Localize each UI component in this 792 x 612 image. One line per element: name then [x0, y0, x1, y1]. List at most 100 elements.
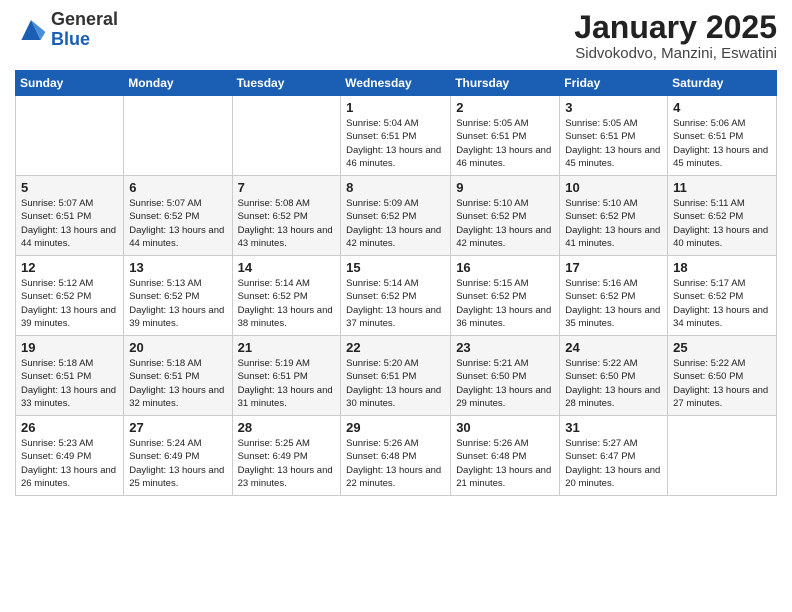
day-info: Sunrise: 5:12 AM Sunset: 6:52 PM Dayligh… [21, 277, 118, 330]
day-cell-11: 11Sunrise: 5:11 AM Sunset: 6:52 PM Dayli… [668, 176, 777, 256]
day-info: Sunrise: 5:17 AM Sunset: 6:52 PM Dayligh… [673, 277, 771, 330]
logo-general-text: General [51, 10, 118, 30]
day-number: 5 [21, 180, 118, 195]
day-cell-26: 26 Sunrise: 5:23 AM Sunset: 6:49 PM Dayli… [16, 416, 124, 496]
day-cell-12: 12 Sunrise: 5:12 AM Sunset: 6:52 PM Dayli… [16, 256, 124, 336]
day-info: Sunrise: 5:15 AM Sunset: 6:52 PM Dayligh… [456, 277, 554, 330]
day-cell-23: 23 Sunrise: 5:21 AM Sunset: 6:50 PM Dayli… [451, 336, 560, 416]
day-info: Sunrise: 5:14 AM Sunset: 6:52 PM Dayligh… [346, 277, 445, 330]
day-number: 1 [346, 100, 445, 115]
weekday-header-row: SundayMondayTuesdayWednesdayThursdayFrid… [16, 71, 777, 96]
day-number: 17 [565, 260, 662, 275]
month-title: January 2025 [574, 10, 777, 45]
day-cell-21: 21 Sunrise: 5:19 AM Sunset: 6:51 PM Dayli… [232, 336, 341, 416]
day-number: 29 [346, 420, 445, 435]
day-cell-25: 25 Sunrise: 5:22 AM Sunset: 6:50 PM Dayli… [668, 336, 777, 416]
day-cell-2: 2 Sunrise: 5:05 AM Sunset: 6:51 PM Daylig… [451, 96, 560, 176]
day-cell-5: 5 Sunrise: 5:07 AM Sunset: 6:51 PM Daylig… [16, 176, 124, 256]
week-row-4: 19 Sunrise: 5:18 AM Sunset: 6:51 PM Dayli… [16, 336, 777, 416]
day-cell-17: 17 Sunrise: 5:16 AM Sunset: 6:52 PM Dayli… [560, 256, 668, 336]
day-info: Sunrise: 5:07 AM Sunset: 6:51 PM Dayligh… [21, 197, 118, 250]
day-number: 16 [456, 260, 554, 275]
day-number: 18 [673, 260, 771, 275]
day-info: Sunrise: 5:20 AM Sunset: 6:51 PM Dayligh… [346, 357, 445, 410]
day-cell-19: 19Sunrise: 5:18 AM Sunset: 6:51 PM Dayli… [16, 336, 124, 416]
day-number: 11 [673, 180, 771, 195]
day-number: 4 [673, 100, 771, 115]
day-cell-15: 15Sunrise: 5:14 AM Sunset: 6:52 PM Dayli… [341, 256, 451, 336]
day-info: Sunrise: 5:07 AM Sunset: 6:52 PM Dayligh… [129, 197, 226, 250]
day-cell-20: 20 Sunrise: 5:18 AM Sunset: 6:51 PM Dayli… [124, 336, 232, 416]
day-cell-13: 13Sunrise: 5:13 AM Sunset: 6:52 PM Dayli… [124, 256, 232, 336]
day-info: Sunrise: 5:19 AM Sunset: 6:51 PM Dayligh… [238, 357, 336, 410]
day-number: 7 [238, 180, 336, 195]
day-info: Sunrise: 5:26 AM Sunset: 6:48 PM Dayligh… [456, 437, 554, 490]
day-info: Sunrise: 5:26 AM Sunset: 6:48 PM Dayligh… [346, 437, 445, 490]
day-number: 25 [673, 340, 771, 355]
day-info: Sunrise: 5:16 AM Sunset: 6:52 PM Dayligh… [565, 277, 662, 330]
day-cell-30: 30 Sunrise: 5:26 AM Sunset: 6:48 PM Dayli… [451, 416, 560, 496]
page: General Blue January 2025 Sidvokodvo, Ma… [0, 0, 792, 506]
day-info: Sunrise: 5:10 AM Sunset: 6:52 PM Dayligh… [456, 197, 554, 250]
day-number: 30 [456, 420, 554, 435]
day-info: Sunrise: 5:05 AM Sunset: 6:51 PM Dayligh… [456, 117, 554, 170]
weekday-header-friday: Friday [560, 71, 668, 96]
weekday-header-sunday: Sunday [16, 71, 124, 96]
day-cell-22: 22 Sunrise: 5:20 AM Sunset: 6:51 PM Dayli… [341, 336, 451, 416]
empty-cell [16, 96, 124, 176]
day-number: 19 [21, 340, 118, 355]
day-cell-8: 8 Sunrise: 5:09 AM Sunset: 6:52 PM Daylig… [341, 176, 451, 256]
day-cell-18: 18 Sunrise: 5:17 AM Sunset: 6:52 PM Dayli… [668, 256, 777, 336]
day-cell-4: 4 Sunrise: 5:06 AM Sunset: 6:51 PM Daylig… [668, 96, 777, 176]
day-number: 14 [238, 260, 336, 275]
day-cell-10: 10 Sunrise: 5:10 AM Sunset: 6:52 PM Dayli… [560, 176, 668, 256]
day-cell-28: 28Sunrise: 5:25 AM Sunset: 6:49 PM Dayli… [232, 416, 341, 496]
logo-blue-text: Blue [51, 30, 118, 50]
day-info: Sunrise: 5:22 AM Sunset: 6:50 PM Dayligh… [565, 357, 662, 410]
weekday-header-tuesday: Tuesday [232, 71, 341, 96]
day-number: 27 [129, 420, 226, 435]
day-info: Sunrise: 5:14 AM Sunset: 6:52 PM Dayligh… [238, 277, 336, 330]
logo-icon [15, 16, 47, 44]
day-info: Sunrise: 5:18 AM Sunset: 6:51 PM Dayligh… [129, 357, 226, 410]
location: Sidvokodvo, Manzini, Eswatini [574, 45, 777, 62]
day-info: Sunrise: 5:04 AM Sunset: 6:51 PM Dayligh… [346, 117, 445, 170]
day-info: Sunrise: 5:10 AM Sunset: 6:52 PM Dayligh… [565, 197, 662, 250]
day-info: Sunrise: 5:13 AM Sunset: 6:52 PM Dayligh… [129, 277, 226, 330]
day-cell-9: 9Sunrise: 5:10 AM Sunset: 6:52 PM Daylig… [451, 176, 560, 256]
day-cell-1: 1 Sunrise: 5:04 AM Sunset: 6:51 PM Daylig… [341, 96, 451, 176]
day-number: 12 [21, 260, 118, 275]
day-info: Sunrise: 5:05 AM Sunset: 6:51 PM Dayligh… [565, 117, 662, 170]
day-number: 31 [565, 420, 662, 435]
day-info: Sunrise: 5:22 AM Sunset: 6:50 PM Dayligh… [673, 357, 771, 410]
day-info: Sunrise: 5:27 AM Sunset: 6:47 PM Dayligh… [565, 437, 662, 490]
day-number: 3 [565, 100, 662, 115]
day-number: 22 [346, 340, 445, 355]
week-row-2: 5 Sunrise: 5:07 AM Sunset: 6:51 PM Daylig… [16, 176, 777, 256]
day-cell-31: 31 Sunrise: 5:27 AM Sunset: 6:47 PM Dayli… [560, 416, 668, 496]
title-block: January 2025 Sidvokodvo, Manzini, Eswati… [574, 10, 777, 62]
day-info: Sunrise: 5:21 AM Sunset: 6:50 PM Dayligh… [456, 357, 554, 410]
day-number: 8 [346, 180, 445, 195]
day-number: 10 [565, 180, 662, 195]
day-cell-14: 14 Sunrise: 5:14 AM Sunset: 6:52 PM Dayli… [232, 256, 341, 336]
day-info: Sunrise: 5:06 AM Sunset: 6:51 PM Dayligh… [673, 117, 771, 170]
empty-cell [668, 416, 777, 496]
header: General Blue January 2025 Sidvokodvo, Ma… [15, 10, 777, 62]
day-cell-7: 7 Sunrise: 5:08 AM Sunset: 6:52 PM Daylig… [232, 176, 341, 256]
day-info: Sunrise: 5:09 AM Sunset: 6:52 PM Dayligh… [346, 197, 445, 250]
day-cell-6: 6Sunrise: 5:07 AM Sunset: 6:52 PM Daylig… [124, 176, 232, 256]
day-number: 2 [456, 100, 554, 115]
logo-text: General Blue [51, 10, 118, 50]
day-number: 26 [21, 420, 118, 435]
day-number: 20 [129, 340, 226, 355]
day-info: Sunrise: 5:23 AM Sunset: 6:49 PM Dayligh… [21, 437, 118, 490]
logo: General Blue [15, 10, 118, 50]
day-cell-27: 27Sunrise: 5:24 AM Sunset: 6:49 PM Dayli… [124, 416, 232, 496]
day-number: 23 [456, 340, 554, 355]
empty-cell [232, 96, 341, 176]
day-number: 21 [238, 340, 336, 355]
week-row-5: 26 Sunrise: 5:23 AM Sunset: 6:49 PM Dayli… [16, 416, 777, 496]
day-info: Sunrise: 5:08 AM Sunset: 6:52 PM Dayligh… [238, 197, 336, 250]
day-info: Sunrise: 5:25 AM Sunset: 6:49 PM Dayligh… [238, 437, 336, 490]
